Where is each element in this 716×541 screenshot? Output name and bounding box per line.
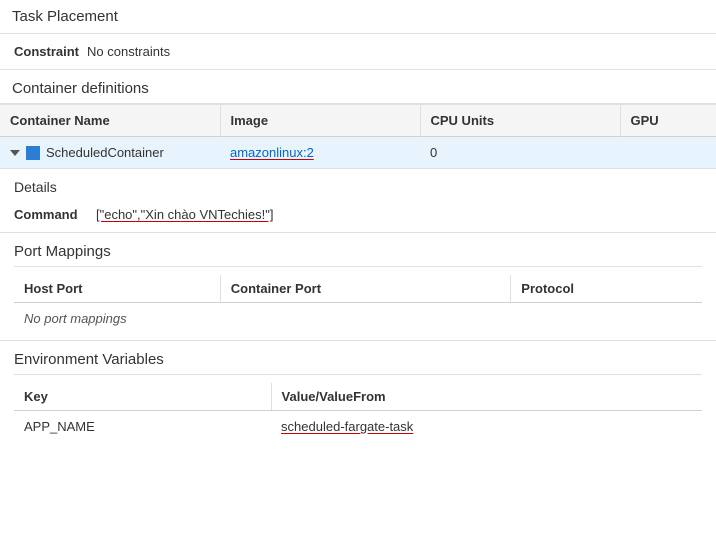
- pm-empty-row: No port mappings: [14, 303, 702, 335]
- ev-key-cell: APP_NAME: [14, 411, 271, 443]
- table-row: ScheduledContainer amazonlinux:2 0: [0, 137, 716, 169]
- details-title: Details: [14, 179, 702, 195]
- ev-header-row: Key Value/ValueFrom: [14, 383, 702, 411]
- container-table-wrapper: Container Name Image CPU Units GPU Sched…: [0, 105, 716, 169]
- pm-col-container: Container Port: [220, 275, 511, 303]
- col-header-image: Image: [220, 105, 420, 137]
- constraint-row: Constraint No constraints: [0, 34, 716, 70]
- task-placement-header: Task Placement: [0, 0, 716, 34]
- col-header-name: Container Name: [0, 105, 220, 137]
- command-row: Command ["echo","Xin chào VNTechies!"]: [14, 203, 702, 226]
- container-name-value: ScheduledContainer: [46, 145, 164, 160]
- port-mappings-table: Host Port Container Port Protocol No por…: [14, 275, 702, 334]
- command-value: ["echo","Xin chào VNTechies!"]: [96, 207, 273, 222]
- ev-value-cell: scheduled-fargate-task: [271, 411, 702, 443]
- ev-value-value: scheduled-fargate-task: [281, 419, 413, 434]
- container-color-indicator: [26, 146, 40, 160]
- pm-header-row: Host Port Container Port Protocol: [14, 275, 702, 303]
- ev-col-key: Key: [14, 383, 271, 411]
- details-section: Details Command ["echo","Xin chào VNTech…: [0, 169, 716, 233]
- constraint-label: Constraint: [14, 44, 79, 59]
- pm-empty-text: No port mappings: [14, 303, 702, 335]
- command-label: Command: [14, 207, 84, 222]
- env-vars-table: Key Value/ValueFrom APP_NAME scheduled-f…: [14, 383, 702, 442]
- container-definitions-header: Container definitions: [0, 70, 716, 105]
- expand-icon[interactable]: [10, 150, 20, 156]
- env-vars-section: Environment Variables Key Value/ValueFro…: [0, 341, 716, 448]
- ev-col-value: Value/ValueFrom: [271, 383, 702, 411]
- container-cpu-cell: 0: [420, 137, 620, 169]
- pm-col-protocol: Protocol: [511, 275, 702, 303]
- table-header-row: Container Name Image CPU Units GPU: [0, 105, 716, 137]
- container-name-cell: ScheduledContainer: [0, 137, 220, 169]
- container-image-value[interactable]: amazonlinux:2: [230, 145, 314, 160]
- col-header-cpu: CPU Units: [420, 105, 620, 137]
- constraint-value: No constraints: [87, 44, 170, 59]
- container-image-cell: amazonlinux:2: [220, 137, 420, 169]
- port-mappings-section: Port Mappings Host Port Container Port P…: [0, 233, 716, 341]
- col-header-gpu: GPU: [620, 105, 716, 137]
- pm-col-host: Host Port: [14, 275, 220, 303]
- task-placement-title: Task Placement: [12, 8, 118, 25]
- container-table: Container Name Image CPU Units GPU Sched…: [0, 105, 716, 168]
- ev-key-value: APP_NAME: [24, 419, 95, 434]
- port-mappings-title: Port Mappings: [14, 243, 702, 267]
- env-vars-title: Environment Variables: [14, 351, 702, 375]
- container-definitions-title: Container definitions: [12, 80, 149, 97]
- ev-row: APP_NAME scheduled-fargate-task: [14, 411, 702, 443]
- container-gpu-cell: [620, 137, 716, 169]
